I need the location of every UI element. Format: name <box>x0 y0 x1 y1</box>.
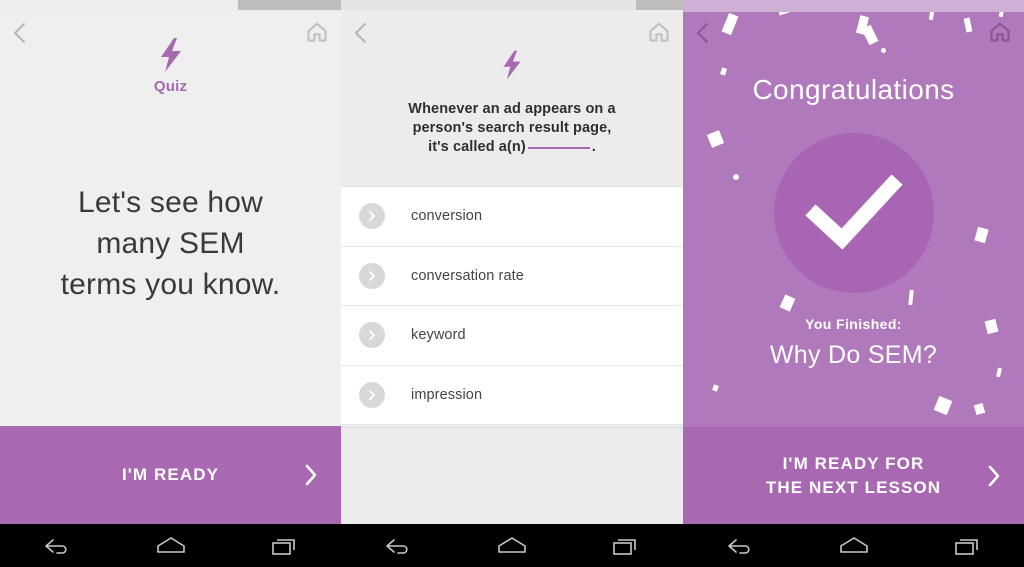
chevron-right-circle-icon <box>359 322 385 349</box>
android-navbar <box>683 524 1024 567</box>
im-ready-button[interactable]: I'M READY <box>0 426 341 524</box>
app-header <box>0 12 341 54</box>
lesson-title: Why Do SEM? <box>769 341 938 369</box>
next-lesson-button-label: I'M READY FOR THE NEXT LESSON <box>766 452 941 500</box>
question-line-3-suffix: . <box>591 139 596 155</box>
answer-option[interactable]: keyword <box>341 306 683 366</box>
answer-option-label: conversion <box>411 208 483 225</box>
next-lesson-line-1: I'M READY FOR <box>782 453 925 473</box>
home-icon <box>307 22 327 42</box>
android-recents-icon[interactable] <box>609 534 643 558</box>
back-button[interactable] <box>693 20 713 51</box>
page-title: Let's see how many SEM terms you know. <box>22 182 319 305</box>
question-line-2: person's search result page, <box>412 120 612 136</box>
back-button[interactable] <box>10 20 30 51</box>
answer-option-label: conversation rate <box>411 267 524 284</box>
chevron-right-icon <box>988 465 1000 486</box>
question-line-1: Whenever an ad appears on a <box>408 101 616 117</box>
chevron-left-icon <box>355 23 366 43</box>
chevron-right-icon <box>305 464 317 486</box>
answer-option-label: impression <box>411 386 483 403</box>
back-button[interactable] <box>351 20 371 51</box>
next-lesson-line-2: THE NEXT LESSON <box>765 477 942 497</box>
screen-lesson-complete: Congratulations You Finished: Why Do SEM… <box>683 0 1024 567</box>
status-bar <box>683 0 1024 12</box>
confetti-piece <box>779 294 796 312</box>
home-button[interactable] <box>305 20 329 49</box>
status-bar <box>341 0 683 12</box>
answer-option[interactable]: impression <box>341 365 683 425</box>
question-line-3: it's called a(n). <box>369 138 655 157</box>
android-home-icon[interactable] <box>836 534 872 558</box>
confetti-piece <box>974 226 989 244</box>
empty-area <box>341 427 683 524</box>
android-navbar <box>341 524 683 567</box>
question-line-3-prefix: it's called a(n) <box>428 139 526 155</box>
android-recents-icon[interactable] <box>268 534 302 558</box>
status-bar-segment-light <box>341 0 636 10</box>
lightning-bolt-icon <box>503 50 521 80</box>
chevron-right-circle-icon <box>359 262 385 289</box>
confetti-piece <box>706 130 725 148</box>
android-recents-icon[interactable] <box>951 534 985 558</box>
confetti-piece <box>733 174 739 180</box>
confetti-piece <box>908 289 914 306</box>
status-bar <box>0 0 341 12</box>
checkmark-icon <box>804 174 903 250</box>
home-button[interactable] <box>647 20 671 49</box>
status-bar-segment <box>238 0 341 10</box>
app-header <box>341 12 683 54</box>
chevron-right-circle-icon <box>359 381 385 408</box>
android-back-icon[interactable] <box>40 534 74 558</box>
chevron-left-icon <box>14 23 25 43</box>
completion-badge <box>773 133 934 293</box>
home-button[interactable] <box>988 20 1012 49</box>
answer-blank <box>527 147 590 149</box>
next-lesson-button[interactable]: I'M READY FOR THE NEXT LESSON <box>683 427 1024 524</box>
confetti-piece <box>973 402 986 416</box>
im-ready-button-label: I'M READY <box>121 465 220 484</box>
status-bar-segment <box>636 0 683 10</box>
screen-quiz-intro: Quiz Let's see how many SEM terms you kn… <box>0 0 341 567</box>
question-area: Whenever an ad appears on a person's sea… <box>341 12 683 186</box>
congratulations-title: Congratulations <box>752 74 955 105</box>
answer-option[interactable]: conversation rate <box>341 246 683 306</box>
headline-line-1: Let's see how <box>77 186 264 219</box>
screen-quiz-question: Whenever an ad appears on a person's sea… <box>341 0 683 567</box>
answer-option-label: keyword <box>411 327 466 344</box>
android-navbar <box>0 524 341 567</box>
quiz-badge <box>341 50 683 80</box>
finished-label: You Finished: <box>805 316 902 332</box>
android-back-icon[interactable] <box>723 534 757 558</box>
android-back-icon[interactable] <box>381 534 415 558</box>
app-header <box>683 12 1024 54</box>
screenshot-triptych: Quiz Let's see how many SEM terms you kn… <box>0 0 1024 567</box>
home-icon <box>649 22 669 42</box>
answer-options-list: conversion conversation rate keyword imp… <box>341 186 683 425</box>
chevron-left-icon <box>697 23 708 43</box>
question-text: Whenever an ad appears on a person's sea… <box>369 100 655 157</box>
headline-line-3: terms you know. <box>60 268 281 301</box>
answer-option[interactable]: conversion <box>341 187 683 247</box>
chevron-right-circle-icon <box>359 203 385 230</box>
confetti-piece <box>712 384 719 392</box>
android-home-icon[interactable] <box>494 534 530 558</box>
quiz-badge-label: Quiz <box>153 78 188 95</box>
home-icon <box>990 22 1010 42</box>
android-home-icon[interactable] <box>153 534 189 558</box>
headline-line-2: many SEM <box>96 227 245 260</box>
confetti-piece <box>933 395 953 416</box>
